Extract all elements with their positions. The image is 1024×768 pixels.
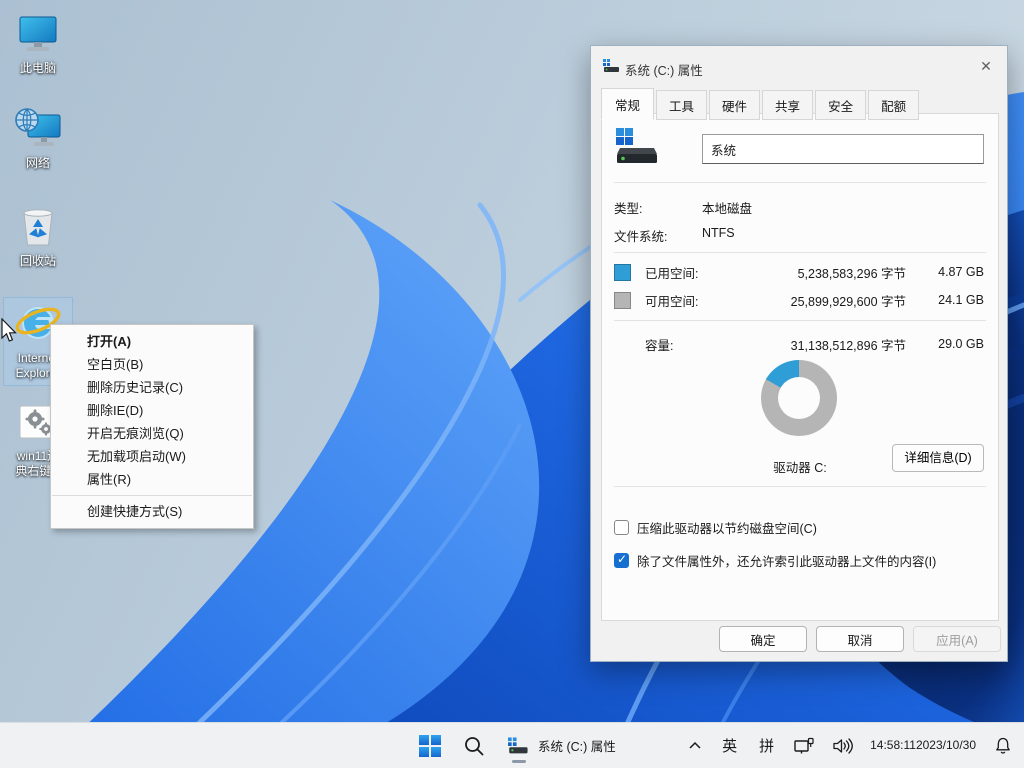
search-button[interactable] <box>452 726 496 766</box>
separator <box>614 182 986 183</box>
network-icon <box>14 105 62 153</box>
separator <box>614 320 986 321</box>
volume-name-input[interactable] <box>702 134 984 164</box>
type-value: 本地磁盘 <box>702 198 752 217</box>
disk-usage-donut-chart <box>761 360 837 436</box>
context-menu: 打开(A) 空白页(B) 删除历史记录(C) 删除IE(D) 开启无痕浏览(Q)… <box>50 324 254 529</box>
tray-overflow-chevron[interactable] <box>682 726 708 766</box>
tab-general[interactable]: 常规 <box>601 88 654 120</box>
taskbar-tray: 英 拼 14:58:11 2023/10/30 <box>682 723 1018 768</box>
desktop-icon-recycle-bin[interactable]: 回收站 <box>4 203 72 269</box>
taskbar-center: 系统 (C:) 属性 <box>408 723 628 768</box>
menu-item-properties[interactable]: 属性(R) <box>51 468 253 491</box>
dialog-footer: 确定 取消 应用(A) <box>719 626 1001 652</box>
menu-separator <box>52 495 252 496</box>
free-space-bytes: 25,899,929,600 字节 <box>731 291 920 310</box>
free-space-swatch <box>614 292 631 309</box>
menu-item-create-shortcut[interactable]: 创建快捷方式(S) <box>51 500 253 523</box>
free-space-label: 可用空间: <box>645 291 731 310</box>
capacity-bytes: 31,138,512,896 字节 <box>731 335 920 354</box>
index-checkbox-row[interactable]: 除了文件属性外，还允许索引此驱动器上文件的内容(I) <box>614 551 986 570</box>
tab-sharing[interactable]: 共享 <box>762 90 813 120</box>
separator <box>614 252 986 253</box>
volume-tray-button[interactable] <box>826 726 858 766</box>
menu-item-blank-page[interactable]: 空白页(B) <box>51 353 253 376</box>
used-space-size: 4.87 GB <box>920 265 984 279</box>
filesystem-value: NTFS <box>702 226 735 240</box>
menu-item-open[interactable]: 打开(A) <box>51 330 253 353</box>
ok-button[interactable]: 确定 <box>719 626 807 652</box>
ethernet-icon <box>793 736 815 756</box>
free-space-row: 可用空间: 25,899,929,600 字节 24.1 GB <box>614 290 984 310</box>
clock-date: 2023/10/30 <box>916 738 976 754</box>
compress-checkbox-label: 压缩此驱动器以节约磁盘空间(C) <box>637 518 817 537</box>
tab-security[interactable]: 安全 <box>815 90 866 120</box>
used-space-swatch <box>614 264 631 281</box>
drive-icon <box>603 59 621 73</box>
speaker-icon <box>831 736 853 756</box>
desktop-icon-network[interactable]: 网络 <box>4 105 72 171</box>
taskbar-app-drive-properties[interactable]: 系统 (C:) 属性 <box>496 726 628 766</box>
dialog-titlebar[interactable]: 系统 (C:) 属性 ✕ <box>591 46 1007 86</box>
tab-hardware[interactable]: 硬件 <box>709 90 760 120</box>
checkbox-unchecked[interactable] <box>614 520 629 535</box>
close-icon[interactable]: ✕ <box>973 54 999 78</box>
chevron-up-icon <box>687 739 703 753</box>
bell-icon <box>993 736 1013 756</box>
ime-pinyin-indicator[interactable]: 拼 <box>751 726 782 766</box>
desktop: 此电脑 网络 回收站 Internet <box>0 0 1024 768</box>
notification-button[interactable] <box>988 726 1018 766</box>
apply-button[interactable]: 应用(A) <box>913 626 1001 652</box>
start-button[interactable] <box>408 726 452 766</box>
dialog-tabs: 常规 工具 硬件 共享 安全 配额 <box>601 90 921 120</box>
this-pc-icon <box>14 10 62 58</box>
free-space-size: 24.1 GB <box>920 293 984 307</box>
windows-logo-icon <box>418 734 442 758</box>
taskbar: 系统 (C:) 属性 英 拼 <box>0 722 1024 768</box>
recycle-bin-icon <box>14 203 62 251</box>
menu-item-delete-history[interactable]: 删除历史记录(C) <box>51 376 253 399</box>
drive-properties-dialog: 系统 (C:) 属性 ✕ 常规 工具 硬件 共享 安全 配额 类型: 本地磁盘 … <box>590 45 1008 662</box>
used-space-label: 已用空间: <box>645 263 731 282</box>
ime-language-indicator[interactable]: 英 <box>714 726 745 766</box>
capacity-size: 29.0 GB <box>920 337 984 351</box>
taskbar-app-label: 系统 (C:) 属性 <box>538 736 616 755</box>
details-button[interactable]: 详细信息(D) <box>892 444 984 472</box>
filesystem-label: 文件系统: <box>614 226 667 245</box>
compress-checkbox-row[interactable]: 压缩此驱动器以节约磁盘空间(C) <box>614 518 986 537</box>
cancel-button[interactable]: 取消 <box>816 626 904 652</box>
icon-label: 回收站 <box>4 254 72 269</box>
menu-item-no-addons[interactable]: 无加载项启动(W) <box>51 445 253 468</box>
checkbox-checked[interactable] <box>614 553 629 568</box>
desktop-icon-this-pc[interactable]: 此电脑 <box>4 10 72 76</box>
general-tab-panel: 类型: 本地磁盘 文件系统: NTFS 已用空间: 5,238,583,296 … <box>601 113 999 621</box>
donut-hole <box>778 377 820 419</box>
index-checkbox-label: 除了文件属性外，还允许索引此驱动器上文件的内容(I) <box>637 551 936 570</box>
mouse-cursor <box>0 318 18 344</box>
type-label: 类型: <box>614 198 642 217</box>
icon-label: 网络 <box>4 156 72 171</box>
network-tray-button[interactable] <box>788 726 820 766</box>
drive-icon-large <box>614 128 660 166</box>
tab-quota[interactable]: 配额 <box>868 90 919 120</box>
used-space-row: 已用空间: 5,238,583,296 字节 4.87 GB <box>614 262 984 282</box>
used-space-bytes: 5,238,583,296 字节 <box>731 263 920 282</box>
search-icon <box>463 735 485 757</box>
capacity-label: 容量: <box>645 335 731 354</box>
tab-tools[interactable]: 工具 <box>656 90 707 120</box>
running-indicator <box>512 760 526 763</box>
clock-time: 14:58:11 <box>870 738 916 754</box>
clock[interactable]: 14:58:11 2023/10/30 <box>864 726 982 766</box>
menu-item-delete-ie[interactable]: 删除IE(D) <box>51 399 253 422</box>
separator <box>614 486 986 487</box>
menu-item-inprivate[interactable]: 开启无痕浏览(Q) <box>51 422 253 445</box>
capacity-row: 容量: 31,138,512,896 字节 29.0 GB <box>614 334 984 354</box>
dialog-title: 系统 (C:) 属性 <box>625 60 703 79</box>
drive-app-icon <box>508 737 530 755</box>
icon-label: 此电脑 <box>4 61 72 76</box>
